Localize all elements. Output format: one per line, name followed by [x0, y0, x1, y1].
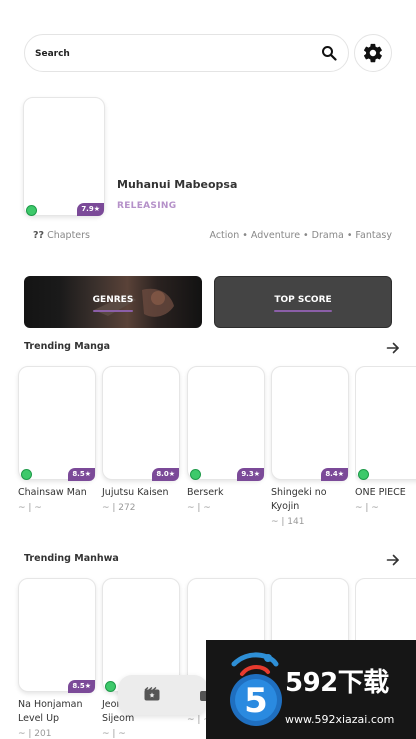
- top-score-label: TOP SCORE: [274, 295, 333, 312]
- manga-title: Shingeki no Kyojin: [271, 487, 327, 512]
- featured-genres: Action • Adventure • Drama • Fantasy: [209, 230, 393, 241]
- score-badge: 8.0★: [152, 468, 179, 481]
- app-screen: 7.9★ Muhanui Mabeopsa RELEASING ?? Chapt…: [0, 0, 416, 739]
- manga-chapters: ~ | ~: [187, 503, 211, 513]
- bottom-nav-bar: [118, 675, 208, 715]
- chapters-count: ??: [33, 230, 45, 241]
- settings-button[interactable]: [354, 34, 392, 72]
- manhwa-cover[interactable]: 8.5★: [18, 578, 96, 693]
- ad-banner[interactable]: 5 592下载 www.592xiazai.com: [206, 640, 416, 739]
- manga-chapters: ~ | ~: [18, 503, 42, 513]
- ad-brand: 592下载: [285, 668, 389, 698]
- status-dot: [26, 205, 37, 216]
- status-dot: [358, 469, 369, 480]
- score-badge: 9.3★: [237, 468, 264, 481]
- manga-title: Berserk: [187, 487, 224, 498]
- search-icon[interactable]: [321, 45, 337, 61]
- gear-icon: [363, 43, 382, 63]
- arrow-right-icon[interactable]: [386, 553, 400, 567]
- manga-chapters: ~ | ~: [355, 503, 379, 513]
- trending-manga-heading: Trending Manga: [24, 341, 111, 352]
- manga-title: Jujutsu Kaisen: [102, 487, 169, 498]
- manga-cover[interactable]: 8.0★: [102, 366, 180, 481]
- manga-chapters: ~ | 141: [271, 517, 305, 527]
- score-badge: 8.5★: [68, 680, 95, 693]
- manga-cover[interactable]: 9: [355, 366, 416, 480]
- manga-cover[interactable]: 9.3★: [187, 366, 265, 481]
- manhwa-chapters: ~ | 201: [18, 729, 52, 739]
- search-bar[interactable]: [24, 34, 349, 72]
- score-badge: 8.4★: [321, 468, 348, 481]
- manhwa-chapters: ~ | ~: [102, 729, 126, 739]
- status-dot: [21, 469, 32, 480]
- ad-logo: 5: [230, 652, 282, 726]
- chapters-label: Chapters: [47, 230, 90, 241]
- arrow-right-icon[interactable]: [386, 341, 400, 355]
- score-badge: 7.9★: [77, 203, 104, 216]
- svg-text:5: 5: [244, 681, 268, 721]
- status-dot: [105, 681, 116, 692]
- featured-cover[interactable]: 7.9★: [23, 97, 105, 216]
- genres-button[interactable]: GENRES: [24, 276, 202, 328]
- manga-cover[interactable]: 8.5★: [18, 366, 96, 481]
- featured-status: RELEASING: [117, 201, 177, 211]
- manga-cover[interactable]: 8.4★: [271, 366, 349, 481]
- top-score-button[interactable]: TOP SCORE: [214, 276, 392, 328]
- featured-chapters: ?? Chapters: [33, 230, 90, 241]
- ad-url: www.592xiazai.com: [285, 713, 395, 726]
- score-badge: 8.5★: [68, 468, 95, 481]
- manga-card-clip: 9 ONE PIECE ~ | ~: [355, 366, 416, 526]
- status-dot: [190, 469, 201, 480]
- trending-manhwa-heading: Trending Manhwa: [24, 553, 119, 564]
- genres-label: GENRES: [92, 295, 133, 312]
- manhwa-title: Na Honjaman Level Up: [18, 699, 83, 724]
- movie-icon[interactable]: [144, 687, 160, 701]
- search-input[interactable]: [35, 44, 295, 64]
- manga-title: Chainsaw Man: [18, 487, 87, 498]
- manga-title: ONE PIECE: [355, 487, 406, 498]
- manga-chapters: ~ | 272: [102, 503, 136, 513]
- featured-title[interactable]: Muhanui Mabeopsa: [117, 178, 237, 191]
